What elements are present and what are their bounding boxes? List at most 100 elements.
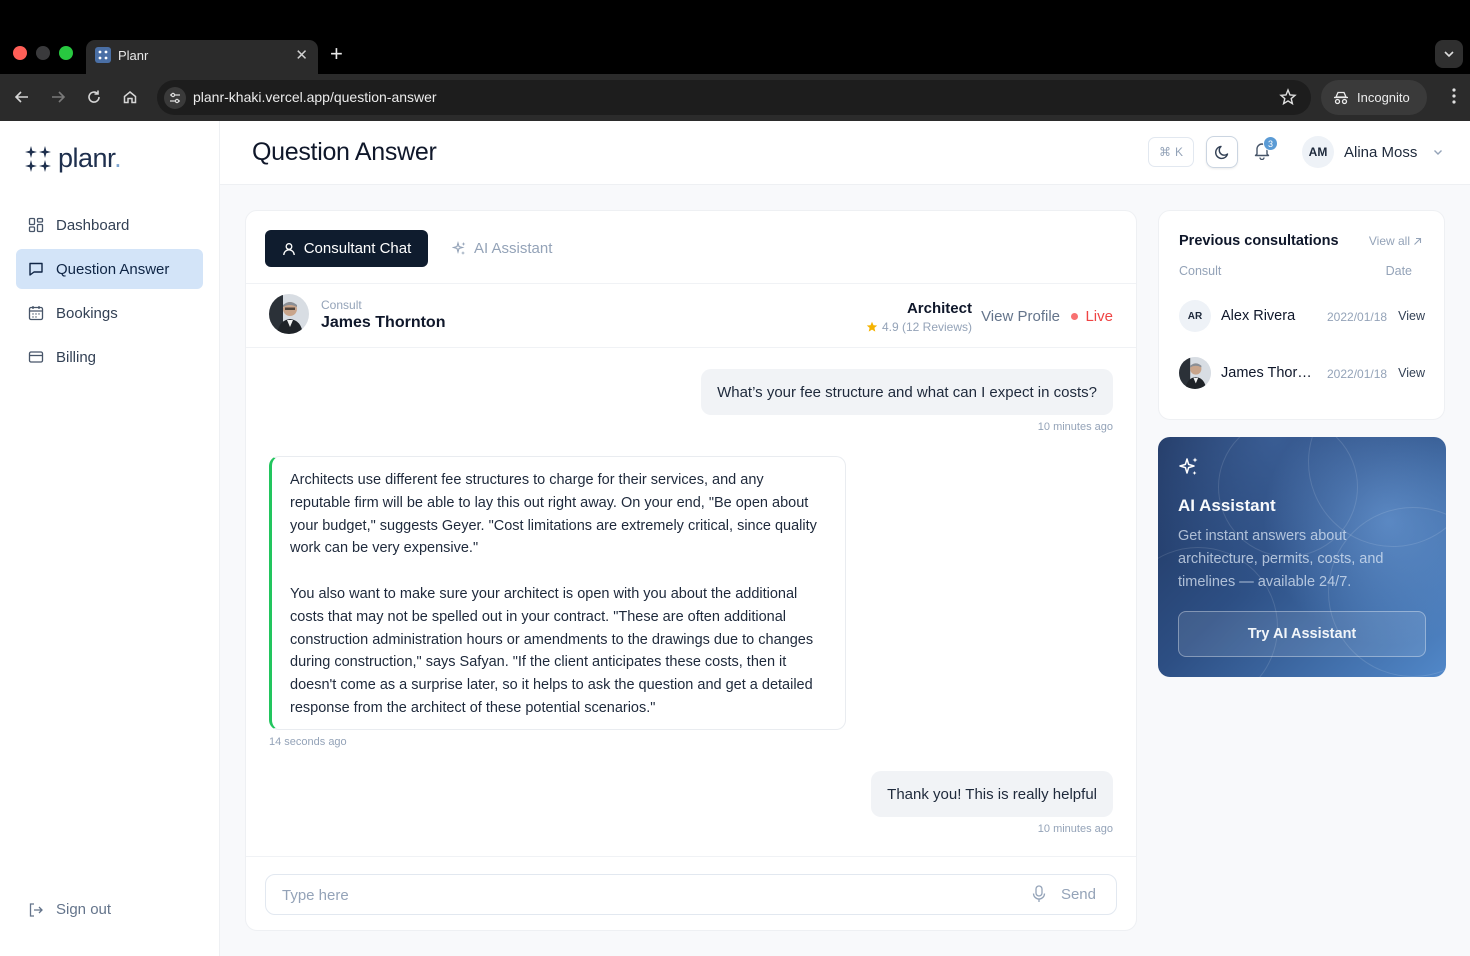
message-composer: Send <box>265 874 1117 915</box>
consultation-name: Alex Rivera <box>1221 308 1296 324</box>
consultation-name: James Thornton <box>1221 365 1319 381</box>
message-input[interactable] <box>282 884 1002 906</box>
command-palette-button[interactable]: ⌘ K <box>1148 137 1194 167</box>
browser-menu-icon[interactable] <box>1452 87 1456 110</box>
incognito-icon <box>1334 91 1348 104</box>
tab-title: Planr <box>118 48 149 63</box>
new-tab-button[interactable]: + <box>330 41 343 67</box>
page-title: Question Answer <box>252 138 437 166</box>
logo-wordmark: planr <box>58 143 115 173</box>
message-timestamp: 10 minutes ago <box>1037 823 1113 835</box>
logout-icon <box>29 902 43 917</box>
consultation-date: 2022/01/18 <box>1327 310 1388 324</box>
sidebar-item-label: Bookings <box>56 304 118 322</box>
view-all-link[interactable]: View all <box>1369 234 1422 248</box>
moon-icon <box>1215 145 1229 160</box>
message-timestamp: 14 seconds ago <box>269 736 347 748</box>
chevron-down-icon <box>1434 150 1443 155</box>
card-icon <box>28 351 44 363</box>
browser-tab[interactable]: Planr ✕ <box>86 40 318 74</box>
tab-label: Consultant Chat <box>303 240 412 257</box>
sidebar-item-bookings[interactable]: Bookings <box>16 293 203 333</box>
chat-tabs: Consultant Chat AI Assistant <box>246 211 1136 284</box>
consultation-row: James Thornton 2022/01/18 View <box>1179 357 1425 391</box>
consultant-message: Architects use different fee structures … <box>269 456 846 730</box>
sidebar-nav: Dashboard Question Answer Bookings Billi… <box>16 205 203 381</box>
ai-assistant-promo-card: AI Assistant Get instant answers about a… <box>1158 437 1446 677</box>
tab-ai-assistant[interactable]: AI Assistant <box>452 230 552 267</box>
incognito-badge[interactable]: Incognito <box>1321 80 1427 115</box>
tab-label: AI Assistant <box>474 240 553 257</box>
bookmark-star-icon[interactable] <box>1279 88 1297 111</box>
browser-toolbar: planr-khaki.vercel.app/question-answer I… <box>0 74 1470 121</box>
sidebar-item-billing[interactable]: Billing <box>16 337 203 377</box>
home-icon[interactable] <box>119 86 141 108</box>
browser-tab-strip: Planr ✕ + <box>0 0 1470 74</box>
close-tab-icon[interactable]: ✕ <box>295 46 308 64</box>
message-text: Thank you! This is really helpful <box>887 785 1097 803</box>
tab-consultant-chat[interactable]: Consultant Chat <box>265 230 428 267</box>
planr-favicon <box>95 47 111 63</box>
try-ai-assistant-button[interactable]: Try AI Assistant <box>1178 611 1426 657</box>
notification-count-badge: 3 <box>1263 136 1278 151</box>
chat-panel: Consultant Chat AI Assistant Consult Jam… <box>245 210 1137 931</box>
previous-consultations-title: Previous consultations <box>1179 233 1339 249</box>
address-bar[interactable]: planr-khaki.vercel.app/question-answer <box>157 80 1311 115</box>
consultant-header: Consult James Thornton Architect 4.9 (12… <box>246 284 1136 348</box>
reload-icon[interactable] <box>83 86 105 108</box>
sidebar: planr. Dashboard Question Answer Booking… <box>0 121 220 956</box>
theme-toggle-button[interactable] <box>1206 136 1238 168</box>
minimize-window-button[interactable] <box>36 46 50 60</box>
user-message: Thank you! This is really helpful <box>871 771 1113 817</box>
view-consultation-link[interactable]: View <box>1398 309 1425 323</box>
command-key-symbol: ⌘ <box>1158 145 1171 159</box>
send-button[interactable]: Send <box>1061 886 1096 903</box>
star-icon <box>866 321 878 332</box>
tab-search-button[interactable] <box>1435 40 1463 68</box>
maximize-window-button[interactable] <box>59 46 73 60</box>
sparkle-logo-icon <box>25 145 51 172</box>
grid-icon <box>28 217 44 233</box>
avatar: AM <box>1302 136 1334 168</box>
sidebar-item-label: Billing <box>56 348 97 366</box>
sidebar-item-label: Question Answer <box>56 260 170 278</box>
close-window-button[interactable] <box>13 46 27 60</box>
sign-out-button[interactable]: Sign out <box>28 901 111 918</box>
sidebar-item-question-answer[interactable]: Question Answer <box>16 249 203 289</box>
live-status: Live <box>1071 308 1113 325</box>
user-menu[interactable]: AM Alina Moss <box>1302 136 1443 168</box>
microphone-icon[interactable] <box>1032 885 1046 908</box>
logo-text: planr. <box>58 143 122 174</box>
live-dot <box>1071 313 1079 320</box>
consultation-date: 2022/01/18 <box>1327 367 1388 381</box>
composer-area: Send <box>246 856 1136 930</box>
avatar <box>1179 357 1211 389</box>
consultant-avatar[interactable] <box>269 294 309 334</box>
top-header: Question Answer ⌘ K 3 AM Alina Moss <box>220 121 1470 185</box>
url-text: planr-khaki.vercel.app/question-answer <box>193 89 437 105</box>
ai-promo-description: Get instant answers about architecture, … <box>1178 528 1384 590</box>
sign-out-label: Sign out <box>56 901 112 918</box>
sidebar-item-dashboard[interactable]: Dashboard <box>16 205 203 245</box>
forward-icon[interactable] <box>47 86 69 108</box>
avatar: AR <box>1179 300 1211 332</box>
sidebar-item-label: Dashboard <box>56 216 130 234</box>
chat-icon <box>29 262 43 276</box>
sparkles-icon <box>452 241 466 255</box>
consultation-row: AR Alex Rivera 2022/01/18 View <box>1179 300 1425 334</box>
view-consultation-link[interactable]: View <box>1398 366 1425 380</box>
arrow-up-right-icon <box>1414 237 1422 245</box>
site-settings-icon[interactable] <box>164 87 186 109</box>
view-all-label: View all <box>1368 234 1410 248</box>
sparkles-icon <box>1178 456 1200 483</box>
column-header-date: Date <box>1385 264 1412 278</box>
planr-logo[interactable]: planr. <box>24 143 122 174</box>
ai-promo-title: AI Assistant <box>1178 496 1276 515</box>
rating-text: 4.9 (12 Reviews) <box>881 320 972 334</box>
view-profile-link[interactable]: View Profile <box>981 308 1060 325</box>
user-message: What’s your fee structure and what can I… <box>701 369 1113 415</box>
back-icon[interactable] <box>11 86 33 108</box>
logo-dot: . <box>114 143 122 173</box>
shortcut-key: K <box>1174 145 1183 159</box>
consultant-role: Architect <box>906 300 972 317</box>
